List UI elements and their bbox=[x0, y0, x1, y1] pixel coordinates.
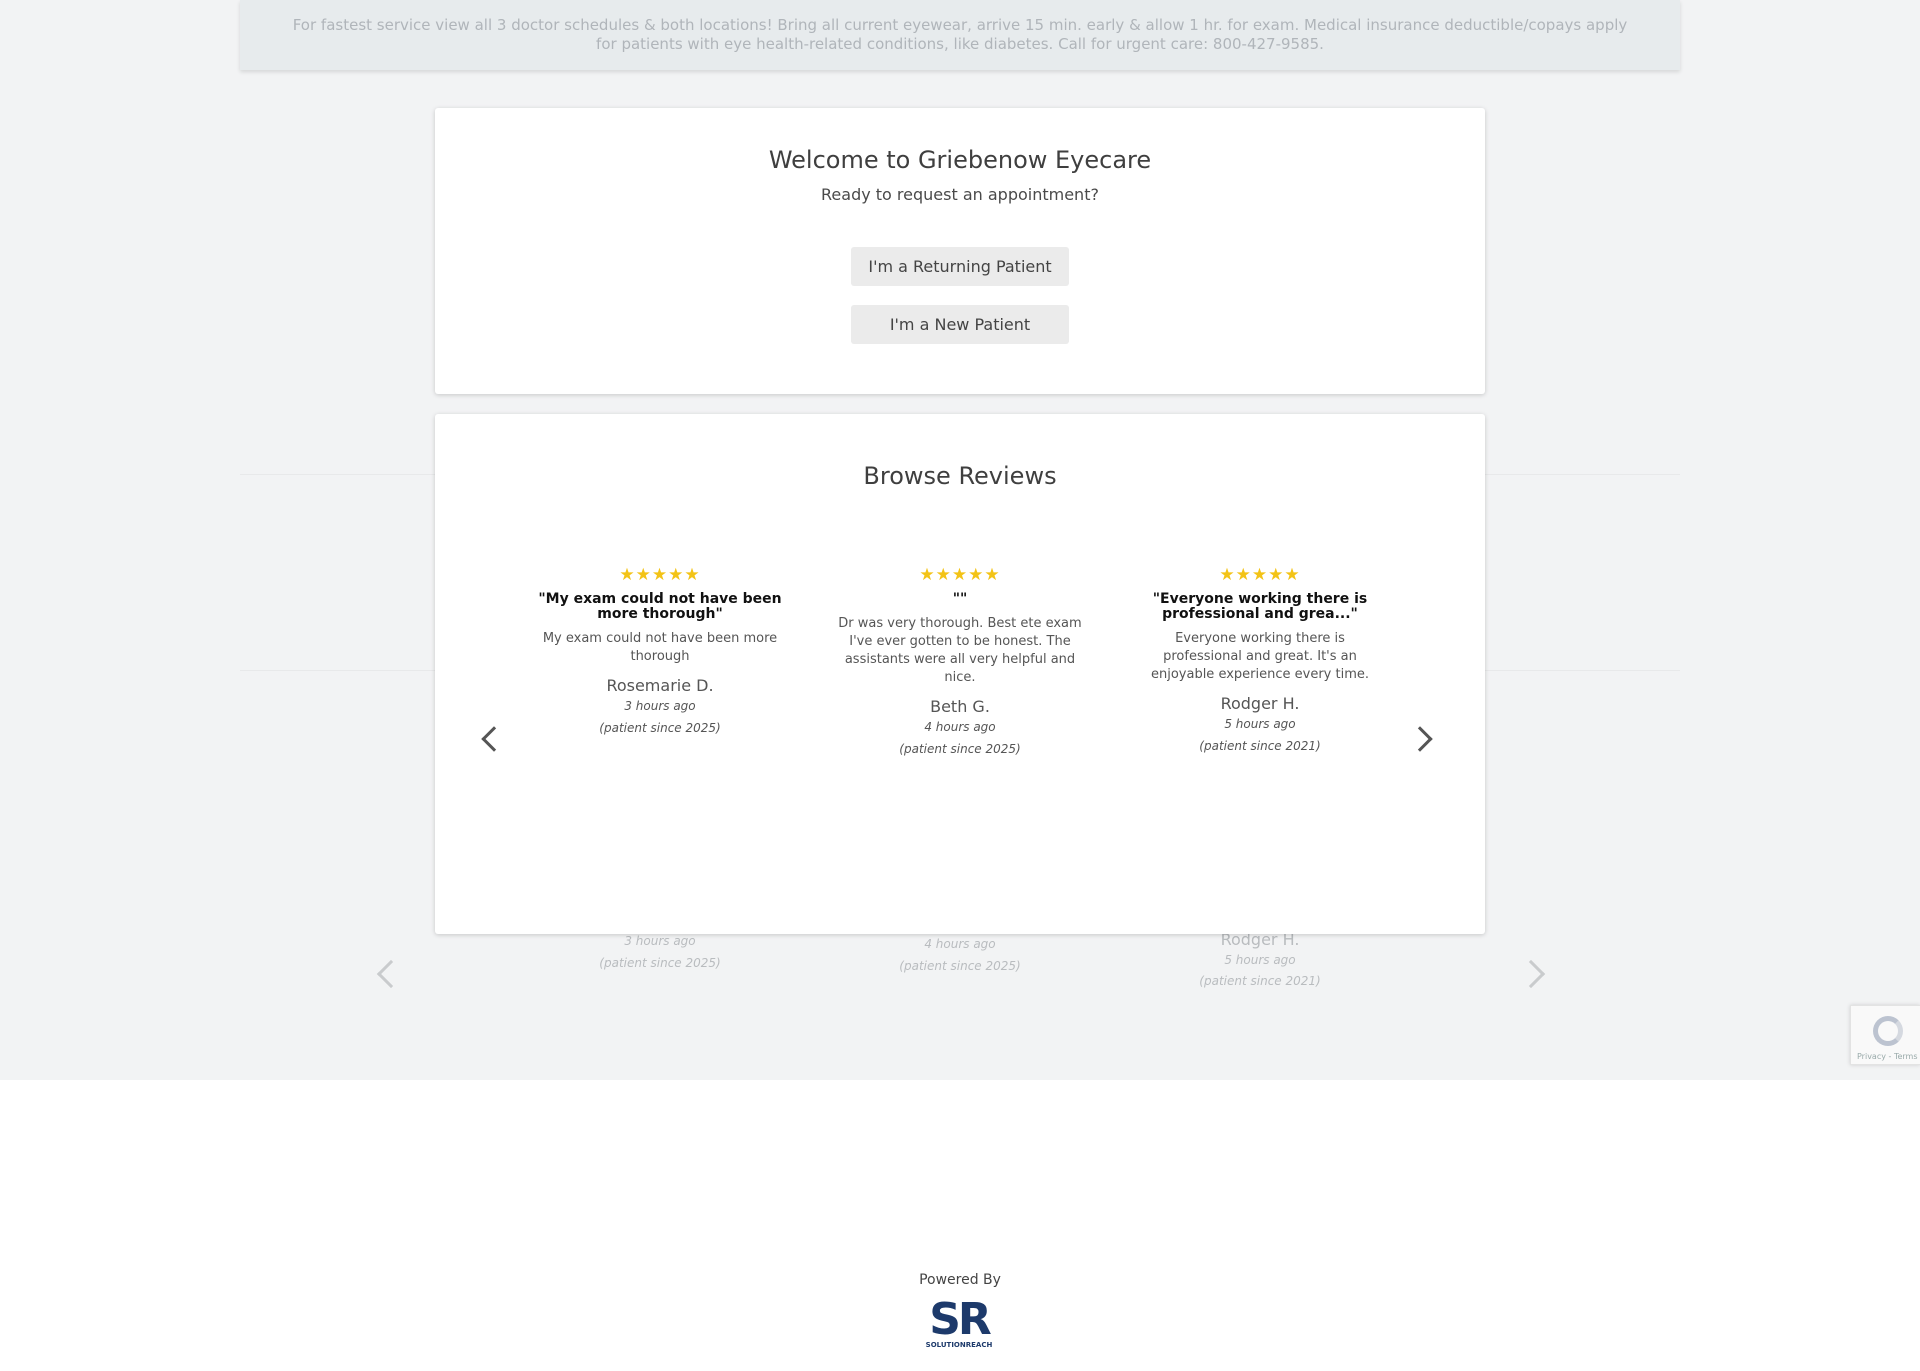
review-time: 3 hours ago bbox=[624, 699, 696, 713]
recaptcha-badge[interactable]: Privacy - Terms bbox=[1850, 1005, 1920, 1065]
recaptcha-terms[interactable]: Privacy - Terms bbox=[1857, 1052, 1918, 1061]
chevron-right-icon[interactable] bbox=[1407, 726, 1433, 752]
welcome-title: Welcome to Griebenow Eyecare bbox=[768, 146, 1152, 174]
review-body: Everyone working there is professional a… bbox=[1150, 631, 1369, 682]
powered-by-label: Powered By bbox=[919, 1272, 1001, 1288]
welcome-card: Welcome to Griebenow Eyecare Ready to re… bbox=[435, 108, 1485, 394]
new-patient-button[interactable]: I'm a New Patient bbox=[851, 305, 1069, 344]
recaptcha-icon bbox=[1873, 1016, 1903, 1046]
reviews-title: Browse Reviews bbox=[863, 462, 1057, 490]
review-item: ★★★★★ "My exam could not have been more … bbox=[535, 564, 785, 739]
star-rating-icon: ★★★★★ bbox=[619, 565, 701, 585]
star-rating-icon: ★★★★★ bbox=[919, 565, 1001, 585]
review-time: 4 hours ago bbox=[924, 720, 996, 734]
patient-since: (patient since 2025) bbox=[899, 742, 1021, 756]
ghost-review-time: 4 hours ago bbox=[924, 937, 996, 951]
chevron-left-icon[interactable] bbox=[481, 726, 507, 752]
review-headline: "My exam could not have been more thorou… bbox=[538, 591, 782, 622]
brand-name: SOLUTIONREACH bbox=[926, 1341, 993, 1349]
review-item: ★★★★★ "" Dr was very thorough. Best ete … bbox=[835, 564, 1085, 760]
reviewer-name: Rodger H. bbox=[1220, 694, 1300, 713]
review-headline: "Everyone working there is professional … bbox=[1152, 591, 1368, 622]
reviews-card: Browse Reviews ★★★★★ "My exam could not … bbox=[435, 414, 1485, 934]
svg-text:SR: SR bbox=[929, 1294, 991, 1345]
welcome-subtitle: Ready to request an appointment? bbox=[821, 185, 1099, 204]
star-rating-icon: ★★★★★ bbox=[1219, 565, 1301, 585]
solutionreach-logo[interactable]: SR SOLUTIONREACH bbox=[920, 1292, 998, 1350]
ghost-review-since: (patient since 2025) bbox=[899, 959, 1021, 973]
review-body: My exam could not have been more thoroug… bbox=[542, 631, 778, 664]
review-headline: "" bbox=[952, 591, 968, 607]
patient-since: (patient since 2021) bbox=[1199, 739, 1321, 753]
reviewer-name: Beth G. bbox=[930, 697, 990, 716]
notice-text: For fastest service view all 3 doctor sc… bbox=[292, 16, 1628, 53]
patient-since: (patient since 2025) bbox=[599, 721, 721, 735]
notice-banner: For fastest service view all 3 doctor sc… bbox=[240, 0, 1680, 70]
ghost-review-since: (patient since 2021) bbox=[1199, 974, 1321, 988]
ghost-review-time: 5 hours ago bbox=[1224, 953, 1296, 967]
ghost-review-since: (patient since 2025) bbox=[599, 956, 721, 970]
returning-patient-button[interactable]: I'm a Returning Patient bbox=[851, 247, 1069, 286]
review-item: ★★★★★ "Everyone working there is profess… bbox=[1135, 564, 1385, 757]
review-body: Dr was very thorough. Best ete exam I've… bbox=[838, 616, 1082, 685]
reviewer-name: Rosemarie D. bbox=[606, 676, 714, 695]
review-time: 5 hours ago bbox=[1224, 717, 1296, 731]
